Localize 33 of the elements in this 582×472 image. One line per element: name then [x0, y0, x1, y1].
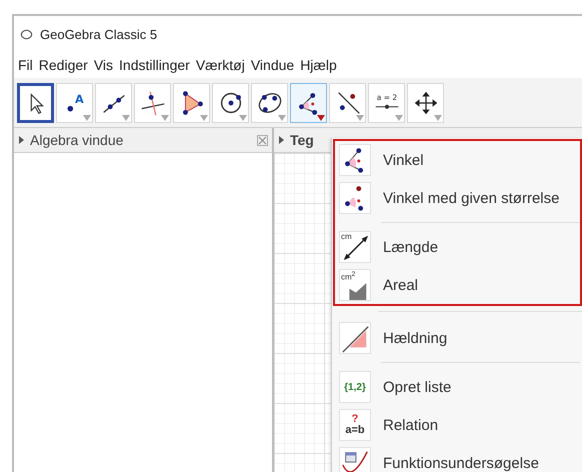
app-logo-icon — [20, 28, 33, 40]
menu-item[interactable]: Vinkel med given størrelse — [335, 179, 580, 217]
list-icon: {1,2} — [339, 371, 371, 403]
menu-item[interactable]: Fil — [18, 56, 33, 74]
menu-item[interactable]: Hældning — [335, 319, 580, 357]
length-icon: cm — [339, 231, 371, 263]
panel-title: Teg — [290, 132, 314, 148]
menu-item[interactable]: Indstillinger — [119, 56, 190, 74]
menu-item[interactable]: cm$^{2}$ Areal — [335, 266, 580, 304]
expand-icon[interactable] — [19, 136, 24, 144]
area-icon: cm$^{2}$ — [339, 269, 371, 301]
expand-icon[interactable] — [279, 136, 284, 144]
menu-item[interactable]: Funktionsundersøgelse — [335, 444, 580, 472]
menu-item[interactable]: Vis — [94, 56, 114, 74]
menu-item[interactable]: Hjælp — [300, 56, 337, 74]
angle-icon — [339, 182, 371, 214]
menu-item[interactable]: Værktøj — [196, 56, 245, 74]
menu-item[interactable]: Vindue — [250, 56, 294, 74]
menu-item[interactable]: {1,2} Opret liste — [335, 368, 580, 406]
menu-item[interactable]: ? a=b Relation — [335, 406, 580, 444]
angle-icon — [339, 144, 371, 176]
tool-button[interactable]: A — [56, 83, 93, 123]
menu-item[interactable]: Vinkel — [335, 141, 580, 179]
slope-icon — [339, 322, 371, 354]
tool-button[interactable] — [290, 83, 327, 123]
tool-button[interactable]: a = 2 — [368, 83, 405, 123]
close-icon[interactable] — [257, 134, 268, 146]
relation-icon: ? a=b — [339, 409, 371, 441]
window-title: GeoGebra Classic 5 — [40, 26, 158, 42]
tool-button[interactable] — [17, 83, 54, 123]
menu-item[interactable]: Rediger — [38, 56, 88, 74]
menu-item[interactable]: cm Længde — [335, 228, 580, 266]
panel-title: Algebra vindue — [30, 132, 124, 148]
